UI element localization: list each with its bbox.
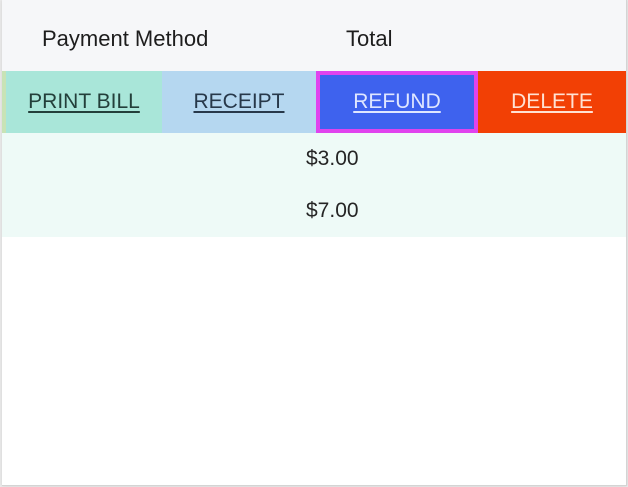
column-header-payment-method: Payment Method: [42, 26, 209, 51]
table-body: $3.00 $7.00: [2, 133, 626, 237]
table-row[interactable]: $3.00: [2, 133, 626, 185]
table-row[interactable]: $7.00: [2, 185, 626, 237]
order-panel: Payment Method Total PRINT BILL RECEIPT …: [2, 0, 627, 486]
action-bar: PRINT BILL RECEIPT REFUND DELETE: [2, 71, 626, 133]
delete-button[interactable]: DELETE: [478, 71, 626, 133]
column-header-total: Total: [346, 26, 393, 51]
print-bill-button[interactable]: PRINT BILL: [2, 71, 162, 133]
receipt-button[interactable]: RECEIPT: [162, 71, 316, 133]
refund-button[interactable]: REFUND: [316, 71, 478, 133]
row-total: $3.00: [306, 147, 359, 170]
row-total: $7.00: [306, 199, 359, 222]
table-header: Payment Method Total: [2, 0, 626, 72]
